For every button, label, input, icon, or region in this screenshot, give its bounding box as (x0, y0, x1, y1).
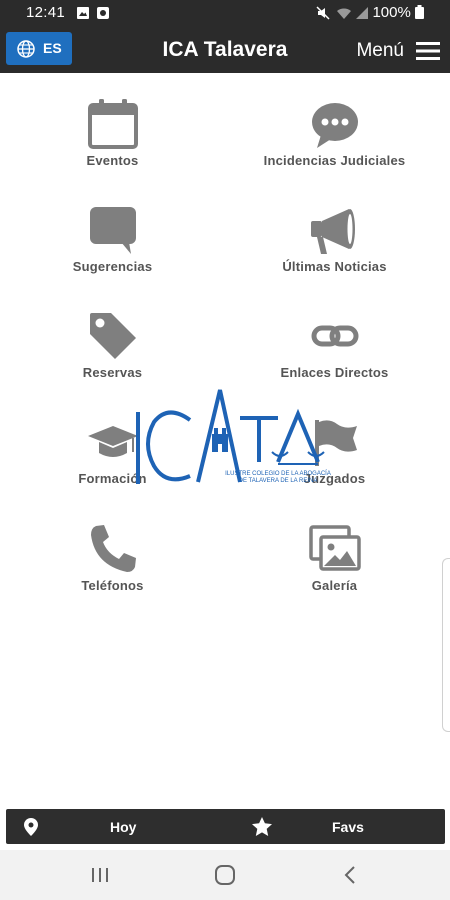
media-notification-icon (97, 7, 109, 19)
tile-label: Eventos (86, 153, 139, 168)
tile-label: Enlaces Directos (280, 365, 389, 380)
battery-icon (415, 5, 424, 19)
megaphone-icon (311, 209, 355, 254)
tile-ultimas-noticias[interactable]: Últimas Noticias (222, 186, 447, 292)
calendar-icon (88, 99, 138, 149)
tile-label: Incidencias Judiciales (263, 153, 406, 168)
logo-line-1: ILUSTRE COLEGIO DE LA ABOGACÍA (225, 470, 331, 477)
wifi-icon (337, 8, 351, 19)
favs-label: Favs (332, 819, 364, 835)
hoy-button[interactable]: Hoy (6, 809, 226, 844)
app-bar: ES ICA Talavera Menú (0, 27, 450, 73)
phone-icon (91, 525, 136, 572)
tile-telefonos[interactable]: Teléfonos (0, 505, 225, 611)
favs-button[interactable]: Favs (226, 809, 445, 844)
location-pin-icon (24, 818, 38, 836)
icata-logo: ILUSTRE COLEGIO DE LA ABOGACÍA DE TALAVE… (136, 389, 331, 484)
battery-percent: 100% (372, 4, 411, 21)
mute-icon (316, 6, 330, 20)
status-time: 12:41 (26, 4, 66, 21)
tile-label: Sugerencias (72, 259, 153, 274)
tile-sugerencias[interactable]: Sugerencias (0, 186, 225, 292)
image-notification-icon (77, 7, 89, 19)
tile-galeria[interactable]: Galería (222, 505, 447, 611)
back-icon[interactable] (330, 862, 370, 888)
recent-apps-icon[interactable] (80, 862, 120, 888)
tile-incidencias-judiciales[interactable]: Incidencias Judiciales (222, 80, 447, 186)
star-icon (252, 817, 272, 836)
hoy-label: Hoy (110, 819, 137, 835)
gallery-icon (309, 525, 361, 571)
tile-eventos[interactable]: Eventos (0, 80, 225, 186)
navigation-bar (0, 850, 450, 900)
signal-icon (356, 7, 368, 19)
status-bar: 12:41 100% (0, 0, 450, 27)
bottom-bar: Hoy Favs (6, 809, 445, 844)
logo-line-2: DE TALAVERA DE LA REINA (239, 478, 318, 484)
link-icon (311, 325, 359, 347)
menu-button[interactable]: Menú (345, 36, 440, 66)
tile-label: Reservas (82, 365, 143, 380)
battery-level: 100% (372, 4, 424, 21)
home-icon[interactable] (205, 862, 245, 888)
comment-icon (90, 207, 136, 254)
tile-label: Últimas Noticias (282, 259, 387, 274)
menu-label: Menú (356, 40, 404, 61)
chat-bubble-dots-icon (312, 103, 358, 148)
tile-label: Galería (311, 578, 358, 593)
tag-icon (90, 313, 136, 359)
tile-label: Teléfonos (81, 578, 144, 593)
scroll-handle[interactable] (442, 558, 450, 732)
hamburger-icon (416, 42, 440, 60)
